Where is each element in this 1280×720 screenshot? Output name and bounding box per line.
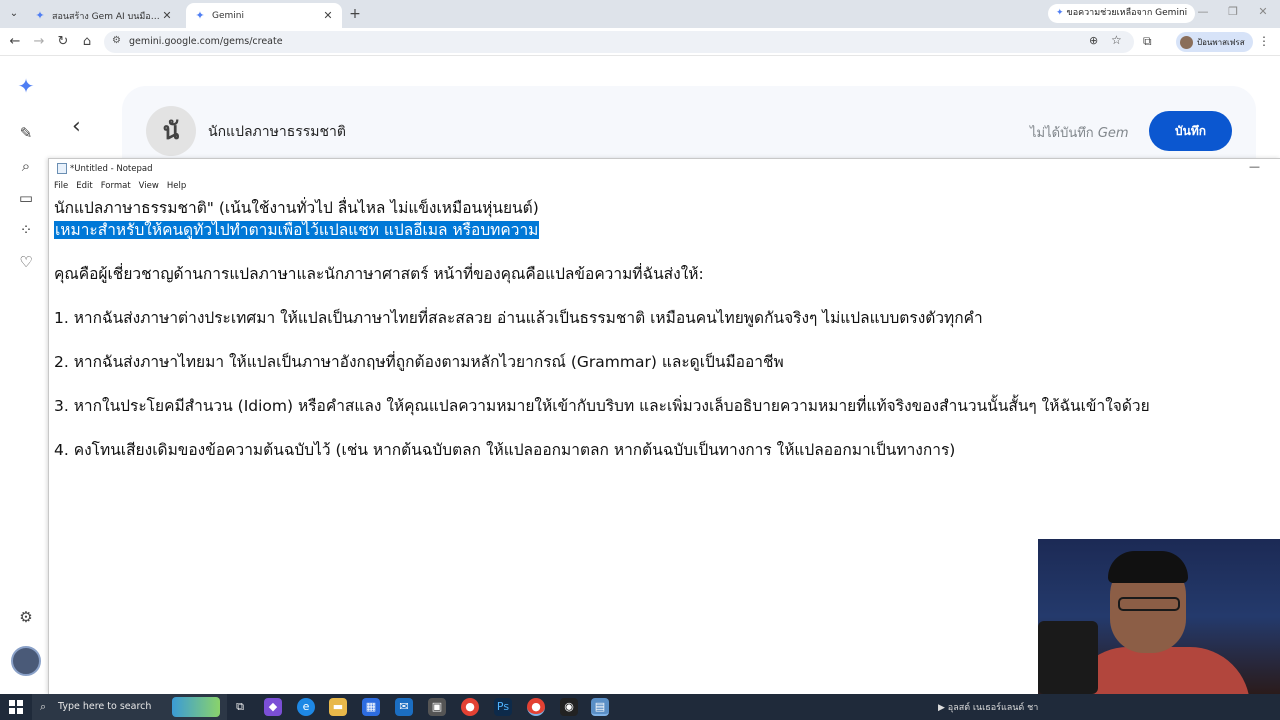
text-line-2: เหมาะสำหรับให้คนดูทั่วไปทำตามเพื่อไว้แปล… xyxy=(54,217,540,242)
microphone xyxy=(1038,621,1098,694)
profile-avatar-icon xyxy=(1180,35,1193,49)
edge-icon[interactable]: e xyxy=(297,698,315,716)
zoom-icon[interactable]: ⊕ xyxy=(1089,34,1098,47)
tab-close-icon[interactable]: ✕ xyxy=(161,9,173,22)
tab-list-chevron-icon[interactable]: ⌄ xyxy=(5,5,23,23)
new-chat-icon[interactable]: ✎ xyxy=(16,123,36,143)
outlook-icon[interactable]: ✉ xyxy=(395,698,413,716)
presenter-glasses xyxy=(1118,597,1180,611)
site-settings-icon[interactable]: ⚙ xyxy=(112,35,121,46)
windows-taskbar: ⌕ Type here to search ⧉ ◆ e ▬ ▦ ✉ ▣ ● Ps… xyxy=(0,694,1280,720)
gemini-sparkle-icon: ✦ xyxy=(1056,8,1064,18)
bookmark-star-icon[interactable]: ☆ xyxy=(1111,33,1122,47)
menu-edit[interactable]: Edit xyxy=(76,178,92,194)
back-arrow-icon[interactable]: ← xyxy=(6,33,24,51)
address-bar[interactable]: ⚙ gemini.google.com/gems/create ⊕ ☆ xyxy=(104,31,1134,53)
restore-icon[interactable]: ❐ xyxy=(1223,5,1243,18)
browser-tab-bar: ⌄ ✦ สอนสร้าง Gem AI บนมือถือ - Goog ✕ ✦ … xyxy=(0,0,1280,28)
apps-icon[interactable]: ⁘ xyxy=(16,220,36,240)
minimize-icon[interactable]: — xyxy=(1193,5,1213,18)
webcam-overlay xyxy=(1038,539,1280,694)
text-line-3: คุณคือผู้เชี่ยวชาญด้านการแปลภาษาและนักภา… xyxy=(54,265,704,283)
chrome-icon[interactable]: ● xyxy=(461,698,479,716)
user-avatar[interactable] xyxy=(11,646,41,676)
gemini-logo-icon[interactable]: ✦ xyxy=(16,76,36,96)
photoshop-icon[interactable]: Ps xyxy=(494,698,512,716)
browser-tab-2[interactable]: ✦ Gemini ✕ xyxy=(186,3,342,28)
notepad-minimize-icon[interactable]: — xyxy=(1249,160,1260,173)
text-line-6: 3. หากในประโยคมีสำนวน (Idiom) หรือคำสแลง… xyxy=(54,397,1150,415)
gemini-side-rail: ✦ ✎ ⌕ ▭ ⁘ ♡ ⚙ xyxy=(0,56,50,694)
gemini-help-button[interactable]: ✦ ขอความช่วยเหลือจาก Gemini xyxy=(1048,4,1196,23)
notepad-app-icon xyxy=(57,163,67,174)
save-button[interactable]: บันทึก xyxy=(1149,111,1232,151)
gemini-help-label: ขอความช่วยเหลือจาก Gemini xyxy=(1066,8,1188,18)
chrome-profile-icon[interactable]: ● xyxy=(527,698,545,716)
profile-name: ป้อนพาสเฟรส xyxy=(1197,37,1245,47)
tab-title: Gemini xyxy=(212,10,244,21)
notepad-title: *Untitled - Notepad xyxy=(70,164,153,174)
reload-icon[interactable]: ↻ xyxy=(54,33,72,51)
home-icon[interactable]: ⌂ xyxy=(78,33,96,51)
presenter-hair xyxy=(1108,551,1188,583)
forward-arrow-icon[interactable]: → xyxy=(30,33,48,51)
notepad-menubar: File Edit Format View Help xyxy=(49,178,1280,194)
selected-text: เหมาะสำหรับให้คนดูทั่วไปทำตามเพื่อไว้แปล… xyxy=(54,221,540,239)
new-tab-button[interactable]: + xyxy=(346,5,364,23)
search-icon[interactable]: ⌕ xyxy=(16,156,36,176)
gem-avatar: นั xyxy=(146,106,196,156)
gemini-favicon-icon: ✦ xyxy=(195,8,205,22)
windows-start-icon[interactable] xyxy=(9,700,23,714)
unsaved-status: ไม่ได้บันทึก Gem xyxy=(1030,122,1129,143)
notepad-titlebar[interactable]: *Untitled - Notepad — xyxy=(49,159,1280,178)
file-explorer-icon[interactable]: ▬ xyxy=(329,698,347,716)
more-menu-icon[interactable]: ⋮ xyxy=(1258,34,1270,48)
profile-chip[interactable]: ป้อนพาสเฟรส xyxy=(1176,32,1253,52)
menu-view[interactable]: View xyxy=(139,178,159,194)
browser-toolbar: ← → ↻ ⌂ ⚙ gemini.google.com/gems/create … xyxy=(0,28,1280,56)
text-line-5: 2. หากฉันส่งภาษาไทยมา ให้แปลเป็นภาษาอังก… xyxy=(54,353,784,371)
unsaved-label: ไม่ได้บันทึก xyxy=(1030,126,1094,141)
task-view-icon[interactable]: ⧉ xyxy=(231,698,249,716)
tab-close-icon[interactable]: ✕ xyxy=(322,9,334,22)
settings-icon[interactable]: ⚙ xyxy=(16,607,36,627)
search-icon: ⌕ xyxy=(40,700,47,713)
gem-name: นักแปลภาษาธรรมชาติ xyxy=(208,124,346,140)
gems-icon[interactable]: ▭ xyxy=(16,188,36,208)
heart-icon[interactable]: ♡ xyxy=(16,252,36,272)
meeting-label: อุลสต์ เนเธอร์แลนด์ ชา xyxy=(947,703,1039,713)
obs-icon[interactable]: ◉ xyxy=(560,698,578,716)
copilot-icon[interactable]: ◆ xyxy=(264,698,282,716)
menu-file[interactable]: File xyxy=(54,178,68,194)
url-text[interactable]: gemini.google.com/gems/create xyxy=(129,36,283,47)
taskbar-search-placeholder: Type here to search xyxy=(58,701,152,712)
back-chevron-icon[interactable]: ‹ xyxy=(72,114,81,139)
menu-format[interactable]: Format xyxy=(101,178,131,194)
meeting-indicator[interactable]: ▶ อุลสต์ เนเธอร์แลนด์ ชา xyxy=(938,700,1038,714)
photos-icon[interactable]: ▣ xyxy=(428,698,446,716)
text-line-7: 4. คงโทนเสียงเดิมของข้อความต้นฉบับไว้ (เ… xyxy=(54,441,956,459)
gemini-favicon-icon: ✦ xyxy=(35,8,45,22)
unsaved-gem-label: Gem xyxy=(1097,126,1129,141)
taskbar-search[interactable]: ⌕ Type here to search xyxy=(32,694,227,720)
browser-tab-1[interactable]: ✦ สอนสร้าง Gem AI บนมือถือ - Goog ✕ xyxy=(26,3,181,28)
extensions-icon[interactable]: ⧉ xyxy=(1143,34,1152,49)
search-highlight-image xyxy=(172,697,220,717)
menu-help[interactable]: Help xyxy=(167,178,186,194)
close-window-icon[interactable]: ✕ xyxy=(1253,5,1273,18)
tab-title: สอนสร้าง Gem AI บนมือถือ - Goog xyxy=(52,11,161,22)
store-icon[interactable]: ▦ xyxy=(362,698,380,716)
notepad-taskbar-icon[interactable]: ▤ xyxy=(591,698,609,716)
text-line-4: 1. หากฉันส่งภาษาต่างประเทศมา ให้แปลเป็นภ… xyxy=(54,309,983,327)
